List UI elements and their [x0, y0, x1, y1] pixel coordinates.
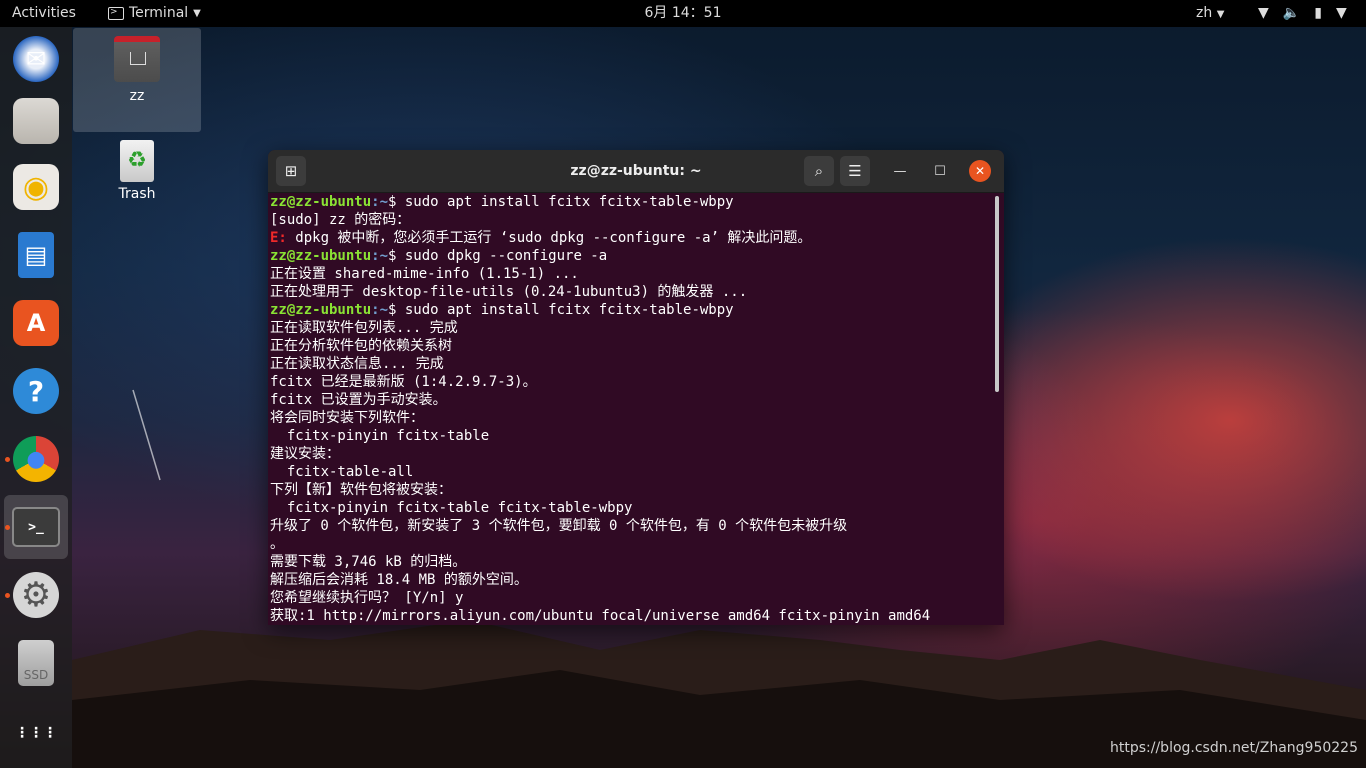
dock-software[interactable]: A — [0, 291, 72, 355]
terminal-line: 获取:1 http://mirrors.aliyun.com/ubuntu fo… — [270, 608, 931, 624]
help-icon: ? — [13, 368, 59, 414]
terminal-line: 。 — [270, 536, 284, 552]
terminal-line: 建议安装： — [270, 446, 340, 462]
prompt-path: :~ — [371, 194, 389, 210]
maximize-button[interactable]: ☐ — [929, 160, 951, 182]
battery-icon: ▮ — [1314, 5, 1322, 21]
terminal-line: zz@zz-ubuntu:~$ sudo apt install fcitx f… — [270, 193, 998, 211]
language-label: zh — [1196, 5, 1213, 21]
search-icon: ⌕ — [814, 162, 824, 180]
terminal-line: 将会同时安装下列软件： — [270, 410, 424, 426]
prompt-user: zz@zz-ubuntu — [270, 194, 372, 210]
files-icon — [13, 98, 59, 144]
terminal-line: 正在读取状态信息... 完成 — [270, 356, 444, 372]
software-icon: A — [13, 300, 59, 346]
home-folder-label: zz — [129, 88, 145, 104]
prompt-command: $ sudo apt install fcitx fcitx-table-wbp… — [388, 302, 734, 318]
home-folder-icon — [114, 36, 160, 82]
dock-thunderbird[interactable]: ✉ — [0, 27, 72, 91]
trash-label: Trash — [118, 186, 156, 202]
dock-settings[interactable]: ⚙ — [0, 563, 72, 627]
menu-button[interactable]: ☰ — [840, 156, 870, 186]
system-tray[interactable]: ▼ 🔈 ▮ ▼ — [1258, 0, 1347, 27]
prompt-command: $ sudo dpkg --configure -a — [388, 248, 608, 264]
terminal-titlebar[interactable]: zz@zz-ubuntu: ~ ⊞ ⌕ ☰ — ☐ ✕ — [268, 150, 1004, 193]
dock-files[interactable] — [0, 89, 72, 153]
dock-chrome[interactable]: ● — [0, 427, 72, 491]
scrollbar[interactable] — [995, 196, 999, 392]
writer-icon: ▤ — [18, 232, 54, 278]
desktop-trash[interactable]: ♻ Trash — [73, 140, 201, 202]
thunderbird-icon: ✉ — [13, 36, 59, 82]
drive-icon: SSD — [18, 640, 54, 686]
prompt-path: :~ — [371, 248, 389, 264]
search-button[interactable]: ⌕ — [804, 156, 834, 186]
terminal-icon: >_ — [12, 507, 60, 547]
desktop-home-folder[interactable]: zz — [73, 28, 201, 132]
running-indicator — [5, 593, 10, 598]
rhythmbox-icon: ◉ — [13, 164, 59, 210]
chevron-down-icon: ▼ — [1216, 9, 1225, 20]
prompt-user: zz@zz-ubuntu — [270, 248, 372, 264]
watermark: https://blog.csdn.net/Zhang950225 — [1110, 740, 1359, 756]
new-tab-button[interactable]: ⊞ — [276, 156, 306, 186]
prompt-command: $ sudo apt install fcitx fcitx-table-wbp… — [388, 194, 734, 210]
top-bar: Activities Terminal ▼ 6月 14：51 zh ▼ ▼ 🔈 … — [0, 0, 1366, 27]
new-tab-icon: ⊞ — [284, 162, 298, 180]
terminal-line: zz@zz-ubuntu:~$ sudo apt install fcitx f… — [270, 301, 998, 319]
trash-icon: ♻ — [120, 140, 154, 182]
terminal-line: 正在读取软件包列表... 完成 — [270, 320, 458, 336]
terminal-line: fcitx 已经是最新版 (1:4.2.9.7-3)。 — [270, 374, 537, 390]
terminal-window[interactable]: zz@zz-ubuntu: ~ ⊞ ⌕ ☰ — ☐ ✕ zz@zz-ubuntu… — [268, 150, 1004, 625]
error-text: dpkg 被中断，您必须手工运行 ‘sudo dpkg --configure … — [286, 230, 812, 246]
terminal-line: 下列【新】软件包将被安装： — [270, 482, 452, 498]
chrome-icon: ● — [13, 436, 59, 482]
terminal-line: fcitx-pinyin fcitx-table — [270, 428, 490, 444]
error-label: E: — [270, 230, 287, 246]
dock-terminal[interactable]: >_ — [0, 495, 72, 559]
terminal-line: E: dpkg 被中断，您必须手工运行 ‘sudo dpkg --configu… — [270, 229, 998, 247]
clock[interactable]: 6月 14：51 — [0, 0, 1366, 27]
terminal-line: fcitx-pinyin fcitx-table fcitx-table-wbp… — [270, 500, 633, 516]
dock-rhythmbox[interactable]: ◉ — [0, 155, 72, 219]
language-indicator[interactable]: zh ▼ — [1196, 0, 1224, 27]
app-grid-icon: ⋮⋮⋮ — [15, 725, 57, 741]
dock-help[interactable]: ? — [0, 359, 72, 423]
chevron-down-icon: ▼ — [1335, 5, 1347, 21]
close-button[interactable]: ✕ — [969, 160, 991, 182]
terminal-line: 需要下载 3,746 kB 的归档。 — [270, 554, 467, 570]
gear-icon: ⚙ — [13, 572, 59, 618]
maximize-icon: ☐ — [934, 163, 946, 179]
dock-writer[interactable]: ▤ — [0, 223, 72, 287]
dock: ✉ ◉ ▤ A ? ● >_ ⚙ SSD ⋮⋮⋮ — [0, 27, 72, 768]
minimize-button[interactable]: — — [889, 160, 911, 182]
dock-ssd[interactable]: SSD — [0, 631, 72, 695]
prompt-user: zz@zz-ubuntu — [270, 302, 372, 318]
minimize-icon: — — [893, 163, 907, 179]
terminal-line: fcitx 已设置为手动安装。 — [270, 392, 447, 408]
running-indicator — [5, 525, 10, 530]
terminal-line: zz@zz-ubuntu:~$ sudo dpkg --configure -a — [270, 247, 998, 265]
volume-icon: 🔈 — [1282, 5, 1301, 21]
dock-app-grid[interactable]: ⋮⋮⋮ — [0, 701, 72, 765]
wifi-icon: ▼ — [1258, 5, 1269, 21]
hamburger-icon: ☰ — [848, 162, 862, 180]
terminal-line: fcitx-table-all — [270, 464, 414, 480]
terminal-line: [sudo] zz 的密码： — [270, 212, 411, 228]
terminal-line: 解压缩后会消耗 18.4 MB 的额外空间。 — [270, 572, 528, 588]
terminal-line: 升级了 0 个软件包，新安装了 3 个软件包，要卸载 0 个软件包，有 0 个软… — [270, 518, 848, 534]
terminal-line: 正在设置 shared-mime-info (1.15-1) ... — [270, 266, 579, 282]
terminal-line: 正在分析软件包的依赖关系树 — [270, 338, 452, 354]
close-icon: ✕ — [974, 164, 986, 178]
running-indicator — [5, 457, 10, 462]
terminal-line: 您希望继续执行吗？ [Y/n] y — [270, 590, 464, 606]
prompt-path: :~ — [371, 302, 389, 318]
terminal-line: 正在处理用于 desktop-file-utils (0.24-1ubuntu3… — [270, 284, 748, 300]
terminal-output[interactable]: zz@zz-ubuntu:~$ sudo apt install fcitx f… — [268, 193, 998, 625]
